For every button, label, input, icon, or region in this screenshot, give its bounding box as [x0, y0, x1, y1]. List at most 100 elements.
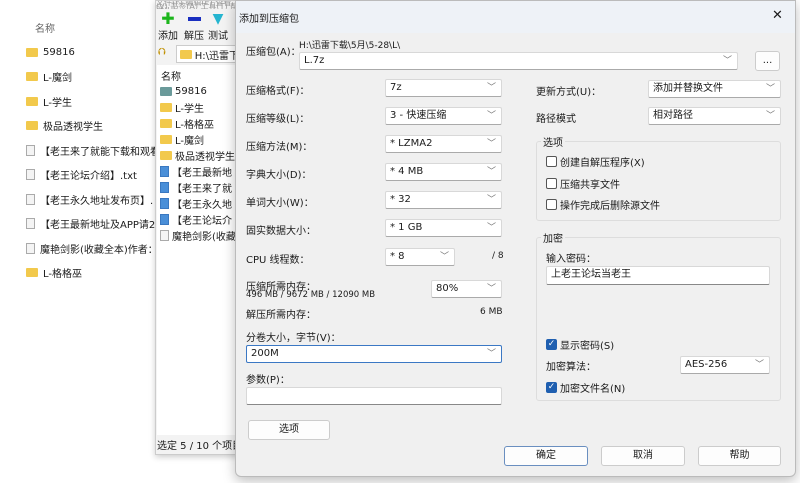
show-password-checkbox[interactable]: ✓ 显示密码(S): [546, 337, 614, 352]
list-item[interactable]: 【老王论坛介绍】.txt: [26, 167, 137, 183]
list-item[interactable]: 【老王来了就: [160, 180, 232, 195]
item-name: 魔艳剑影(收藏: [172, 232, 236, 243]
password-input[interactable]: 上老王论坛当老王: [546, 266, 770, 285]
level-select[interactable]: 3 - 快速压缩 ﹀: [385, 107, 502, 125]
encryption-group-title: 加密: [541, 230, 565, 245]
item-name: 【老王最新地址及APP请2: [40, 220, 156, 231]
file-icon: [26, 144, 35, 156]
delete-after-checkbox[interactable]: 操作完成后删除源文件: [546, 197, 660, 212]
check-chevron-icon: ▼: [212, 11, 224, 27]
list-item[interactable]: 【老王来了就能下载和观看: [26, 142, 160, 158]
compress-memory-values: 496 MB / 9672 MB / 12090 MB: [246, 290, 376, 300]
list-item[interactable]: 【老王论坛介: [160, 212, 232, 227]
format-label: 压缩格式(F)：: [246, 86, 310, 97]
up-folder-icon[interactable]: ⮉: [158, 47, 172, 61]
options-button[interactable]: 选项: [248, 420, 330, 440]
checkbox-checked-icon: ✓: [546, 382, 557, 393]
options-group-title: 选项: [541, 134, 565, 149]
file-icon: [160, 198, 169, 209]
list-item[interactable]: 59816: [26, 44, 75, 60]
item-name: 【老王最新地: [172, 168, 232, 179]
help-button[interactable]: 帮助: [698, 446, 781, 466]
ok-button[interactable]: 确定: [504, 446, 588, 466]
chevron-down-icon: ﹀: [722, 56, 732, 66]
chevron-down-icon: ﹀: [486, 111, 496, 121]
password-label: 输入密码：: [546, 254, 596, 265]
cpu-label: CPU 线程数：: [246, 255, 310, 266]
update-mode-label: 更新方式(U)：: [536, 87, 602, 98]
word-label: 单词大小(W)：: [246, 198, 314, 209]
checkbox-unchecked: [546, 156, 557, 167]
close-icon[interactable]: ✕: [772, 8, 783, 23]
plus-icon: ✚: [161, 9, 175, 28]
params-label: 参数(P)：: [246, 375, 290, 386]
list-item[interactable]: L-格格巫: [160, 116, 214, 131]
list-item[interactable]: L-魔剑: [26, 69, 72, 85]
list-item[interactable]: 【老王永久地址发布页】.: [26, 191, 153, 207]
folder-icon: [160, 103, 172, 112]
archive-label: 压缩包(A)：: [246, 47, 301, 58]
list-item[interactable]: 59816: [160, 84, 207, 99]
memory-percent-select[interactable]: 80% ﹀: [431, 280, 502, 298]
method-select[interactable]: * LZMA2 ﹀: [385, 135, 502, 153]
encryption-method-select[interactable]: AES-256 ﹀: [680, 356, 770, 374]
item-name: 【老王论坛介: [172, 216, 232, 227]
level-label: 压缩等级(L)：: [246, 114, 310, 125]
list-item[interactable]: 魔艳剑影(收藏: [160, 228, 236, 243]
address-bar[interactable]: H:\迅雷下: [176, 45, 240, 63]
chevron-down-icon: ﹀: [486, 284, 496, 294]
folder-icon: [26, 72, 38, 81]
list-item[interactable]: 【老王最新地址及APP请2: [26, 216, 155, 232]
shared-files-checkbox[interactable]: 压缩共享文件: [546, 176, 620, 191]
list-item[interactable]: L-格格巫: [26, 265, 82, 281]
list-item[interactable]: L-魔剑: [160, 132, 204, 147]
format-select[interactable]: 7z ﹀: [385, 79, 502, 97]
item-name: 59816: [43, 46, 75, 58]
list-item[interactable]: 魔艳剑影(收藏全本)作者：: [26, 240, 158, 256]
cancel-button[interactable]: 取消: [601, 446, 685, 466]
item-name: 【老王论坛介绍】.txt: [40, 171, 137, 182]
encrypt-filenames-checkbox[interactable]: ✓ 加密文件名(N): [546, 380, 625, 395]
list-item[interactable]: L-学生: [26, 93, 72, 109]
folder-icon: [160, 87, 172, 96]
minus-icon: [187, 17, 201, 21]
column-header-name[interactable]: 名称: [161, 68, 181, 83]
dialog-title: 添加到压缩包: [239, 14, 299, 25]
column-header-name[interactable]: 名称: [35, 20, 55, 35]
dictionary-size-select[interactable]: * 4 MB ﹀: [385, 163, 502, 181]
solid-block-select[interactable]: * 1 GB ﹀: [385, 219, 502, 237]
chevron-down-icon: ﹀: [486, 167, 496, 177]
list-item[interactable]: 【老王最新地: [160, 164, 232, 179]
item-name: L-学生: [175, 104, 205, 115]
update-mode-select[interactable]: 添加并替换文件 ﹀: [648, 80, 781, 98]
chevron-down-icon: ﹀: [754, 360, 764, 370]
dict-label: 字典大小(D)：: [246, 170, 312, 181]
add-button[interactable]: ✚ 添加: [158, 9, 178, 43]
cpu-threads-select[interactable]: * 8 ﹀: [385, 248, 455, 266]
archive-name-combo[interactable]: L.7z ﹀: [299, 52, 738, 70]
chevron-down-icon: ﹀: [439, 252, 449, 262]
list-item[interactable]: L-学生: [160, 100, 204, 115]
item-name: 【老王来了就能下载和观看: [40, 146, 160, 158]
list-item[interactable]: 极品透视学生: [160, 148, 235, 163]
folder-icon: [160, 119, 172, 128]
file-icon: [160, 214, 169, 225]
item-name: 【老王永久地: [172, 200, 232, 211]
path-mode-select[interactable]: 相对路径 ﹀: [648, 107, 781, 125]
test-button[interactable]: ▼ 测试: [208, 11, 228, 42]
decompress-memory-value: 6 MB: [480, 307, 503, 317]
extract-button[interactable]: 解压: [184, 11, 204, 42]
file-icon: [160, 230, 169, 241]
word-size-select[interactable]: * 32 ﹀: [385, 191, 502, 209]
browse-button[interactable]: ...: [755, 51, 780, 71]
chevron-down-icon: ﹀: [765, 84, 775, 94]
item-name: 极品透视学生: [175, 152, 235, 163]
list-item[interactable]: 极品透视学生: [26, 118, 103, 134]
split-size-combo[interactable]: 200M ﹀: [246, 345, 502, 363]
add-to-archive-dialog: 添加到压缩包 ✕ 压缩包(A)： H:\迅雷下载\5月\5-28\L\ L.7z…: [235, 0, 796, 477]
params-input[interactable]: [246, 387, 502, 405]
list-item[interactable]: 【老王永久地: [160, 196, 232, 211]
sfx-checkbox[interactable]: 创建自解压程序(X): [546, 154, 645, 169]
item-name: L-格格巫: [43, 269, 83, 280]
menu-bar[interactable]: 文件(F) 编辑(E) 查看(V) 书签(A) 工具(T) 帮助(H): [156, 1, 241, 9]
